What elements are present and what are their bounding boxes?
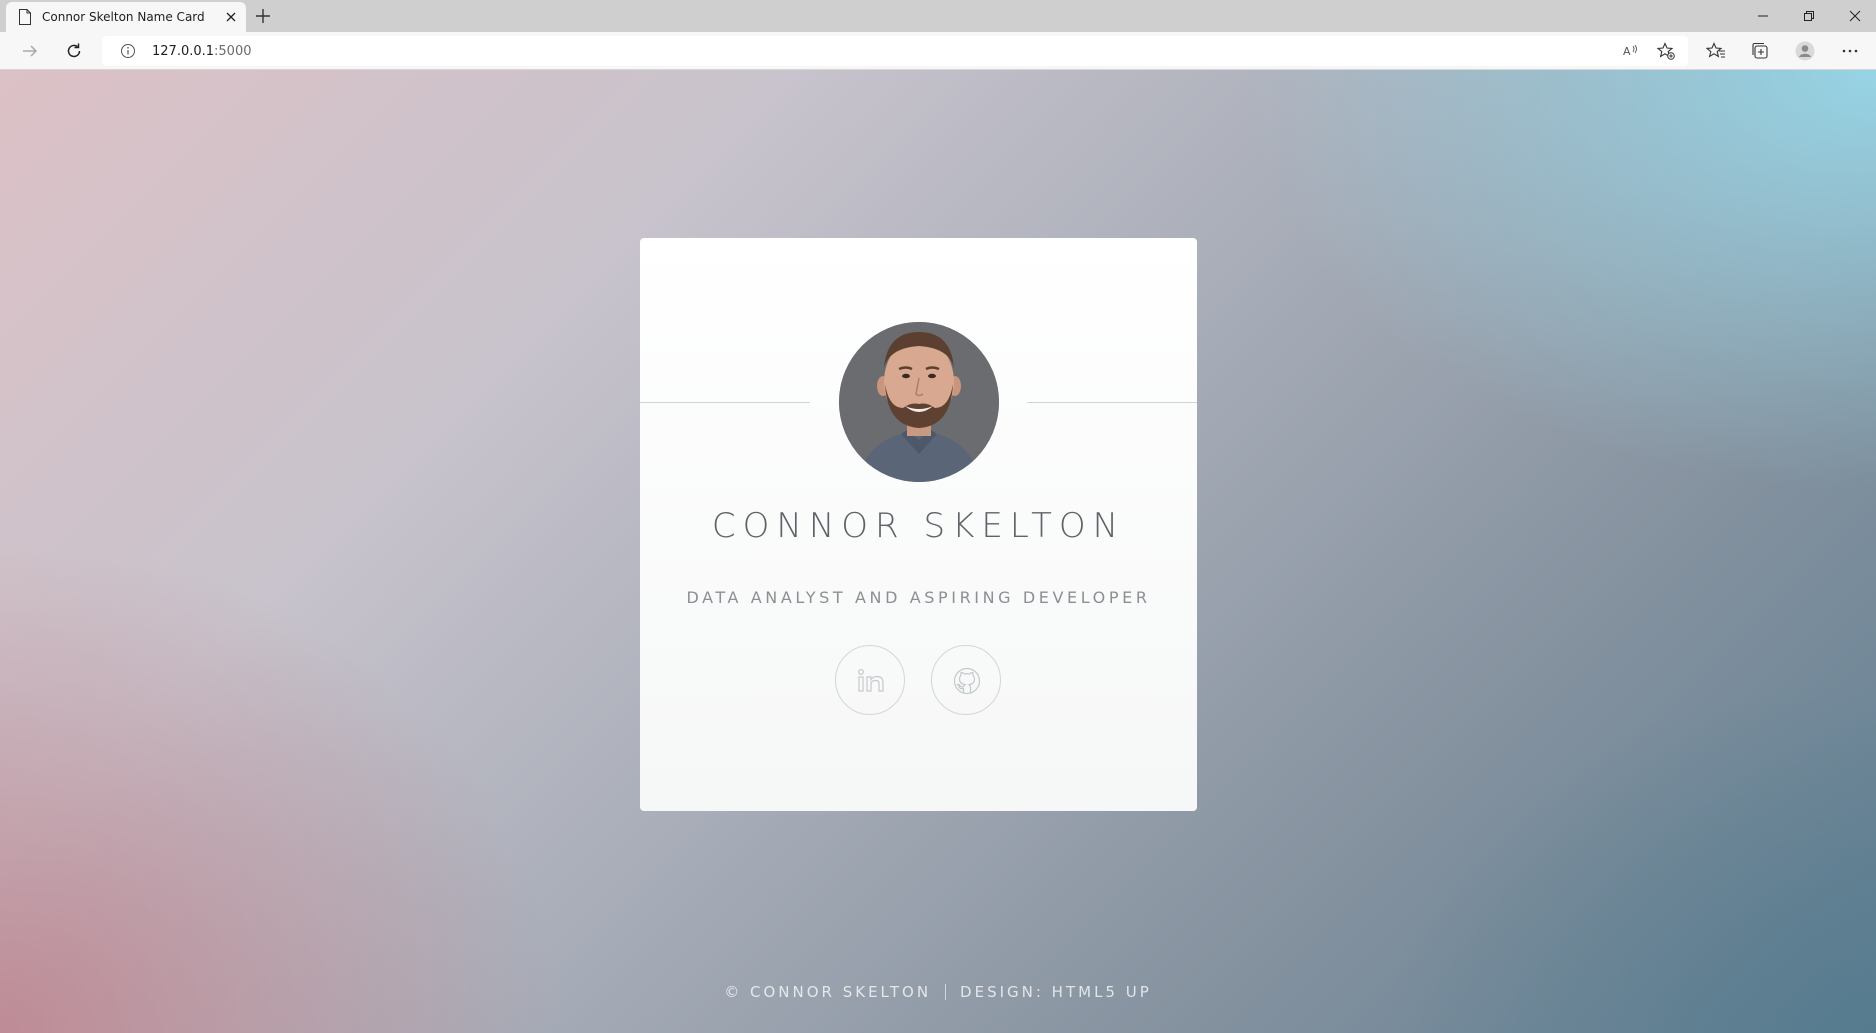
- page-viewport: CONNOR SKELTON DATA ANALYST AND ASPIRING…: [0, 70, 1876, 1033]
- minimize-button[interactable]: [1740, 0, 1786, 32]
- reload-icon[interactable]: [64, 41, 84, 61]
- url-text: 127.0.0.1:5000: [152, 44, 252, 59]
- divider-left: [640, 402, 810, 403]
- url-host: 127.0.0.1: [152, 44, 215, 59]
- address-bar[interactable]: 127.0.0.1:5000 A: [102, 36, 1688, 66]
- name-card: CONNOR SKELTON DATA ANALYST AND ASPIRING…: [640, 238, 1197, 811]
- profile-photo: [839, 322, 999, 482]
- github-icon: [953, 667, 981, 695]
- minimize-icon: [1758, 15, 1768, 17]
- browser-tab-bar: Connor Skelton Name Card: [0, 0, 1876, 32]
- browser-tab[interactable]: Connor Skelton Name Card: [6, 2, 246, 32]
- site-info-icon[interactable]: [120, 43, 136, 59]
- linkedin-icon: [857, 668, 884, 692]
- page-icon: [19, 9, 31, 25]
- more-options-icon[interactable]: [1840, 41, 1860, 61]
- person-name: CONNOR SKELTON: [711, 506, 1126, 546]
- tab-title: Connor Skelton Name Card: [42, 10, 205, 24]
- svg-text:A: A: [1623, 45, 1631, 58]
- close-window-icon: [1849, 10, 1861, 22]
- url-port: :5000: [214, 44, 252, 59]
- avatar: [839, 322, 999, 482]
- collections-icon[interactable]: [1750, 41, 1770, 61]
- tagline: DATA ANALYST AND ASPIRING DEVELOPER: [686, 588, 1151, 607]
- forward-icon[interactable]: [20, 41, 40, 61]
- close-window-button[interactable]: [1832, 0, 1876, 32]
- footer-separator: [945, 984, 947, 1000]
- browser-toolbar: 127.0.0.1:5000 A: [0, 32, 1876, 70]
- restore-button[interactable]: [1786, 0, 1832, 32]
- profile-avatar-icon[interactable]: [1795, 41, 1815, 61]
- read-aloud-icon[interactable]: A: [1620, 41, 1640, 61]
- new-tab-icon[interactable]: [254, 7, 272, 25]
- divider-right: [1027, 402, 1197, 403]
- copyright-text: © CONNOR SKELTON: [724, 983, 932, 1001]
- linkedin-button[interactable]: [835, 645, 905, 715]
- github-button[interactable]: [931, 645, 1001, 715]
- design-credit-link[interactable]: DESIGN: HTML5 UP: [960, 983, 1152, 1001]
- footer: © CONNOR SKELTON DESIGN: HTML5 UP: [0, 983, 1876, 1001]
- restore-icon: [1804, 11, 1814, 21]
- close-tab-icon[interactable]: [224, 10, 238, 24]
- add-favorite-icon[interactable]: [1656, 41, 1676, 61]
- favorites-icon[interactable]: [1706, 41, 1726, 61]
